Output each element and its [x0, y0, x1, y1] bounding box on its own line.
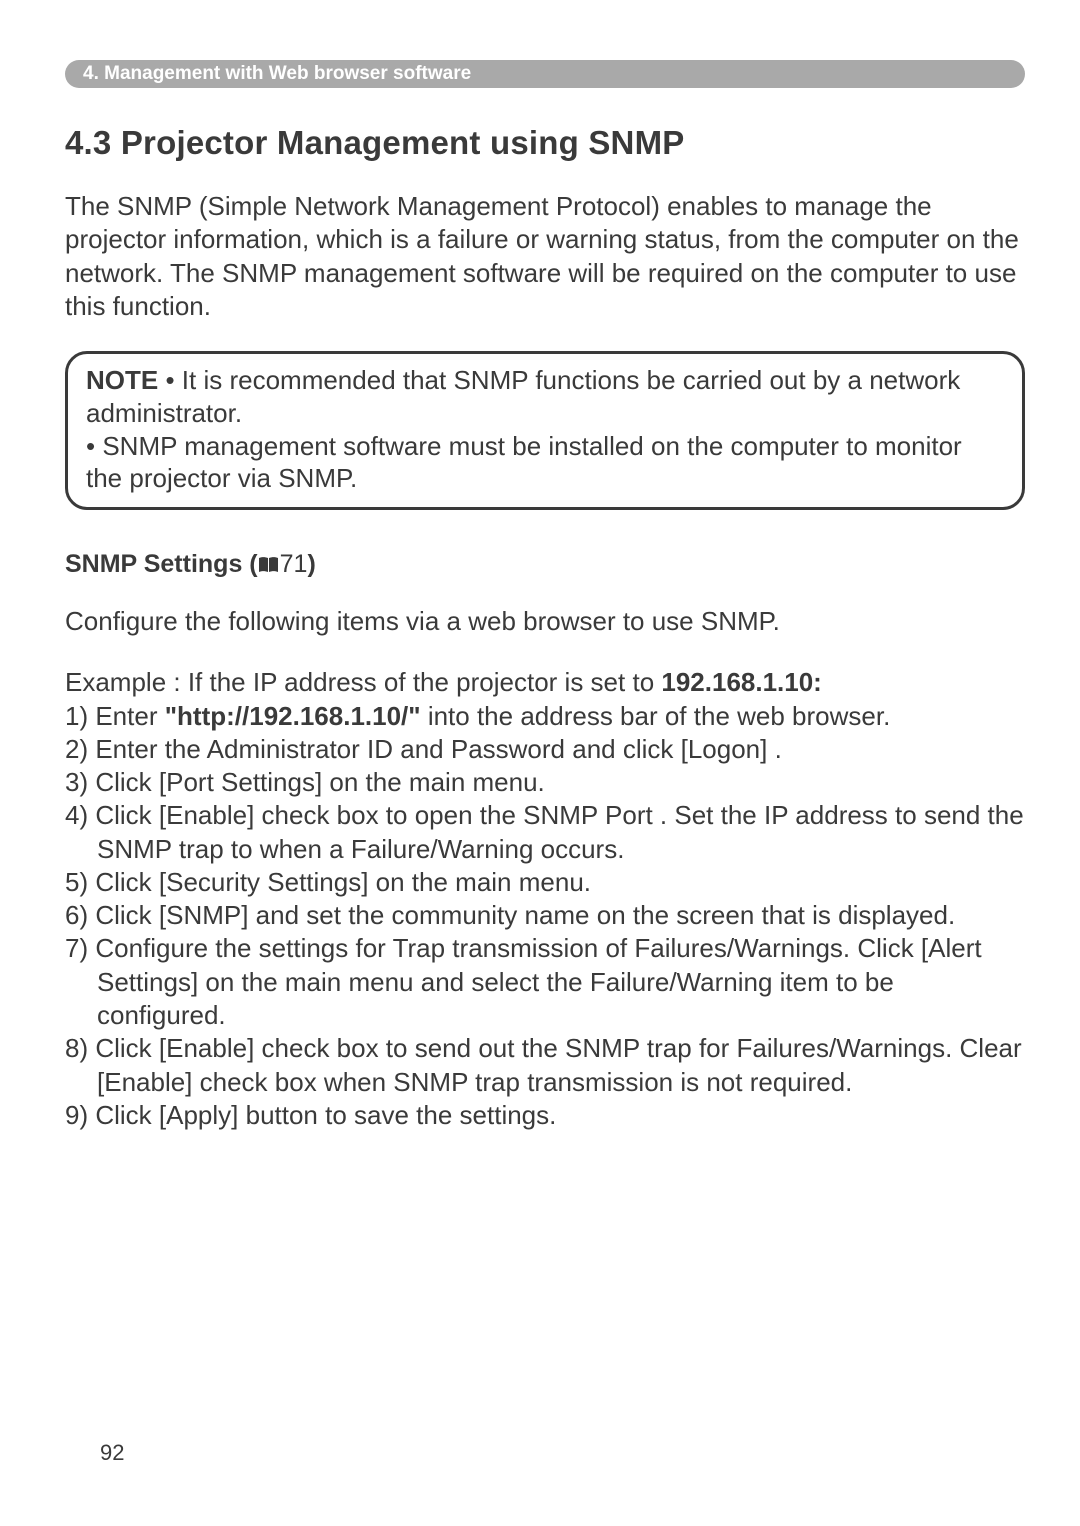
step-7: 7) Configure the settings for Trap trans…: [65, 932, 1025, 1032]
chapter-header-bar: 4. Management with Web browser software: [65, 60, 1025, 88]
step-6: 6) Click [SNMP] and set the community na…: [65, 899, 1025, 932]
note-label: NOTE: [86, 365, 158, 395]
step-1-c: into the address bar of the web browser.: [421, 701, 891, 731]
note-bullet-1: • It is recommended that SNMP functions …: [86, 365, 960, 428]
subheading-pageref: 71: [280, 550, 308, 578]
step-9: 9) Click [Apply] button to save the sett…: [65, 1099, 1025, 1132]
step-5: 5) Click [Security Settings] on the main…: [65, 866, 1025, 899]
step-1-a: 1) Enter: [65, 701, 165, 731]
document-page: 4. Management with Web browser software …: [0, 0, 1080, 1182]
step-1-url: "http://192.168.1.10/": [165, 701, 421, 731]
chapter-header-text: 4. Management with Web browser software: [83, 63, 471, 85]
book-icon: [258, 552, 280, 581]
step-8: 8) Click [Enable] check box to send out …: [65, 1032, 1025, 1099]
subheading-suffix: ): [307, 550, 315, 578]
step-3: 3) Click [Port Settings] on the main men…: [65, 766, 1025, 799]
intro-paragraph: The SNMP (Simple Network Management Prot…: [65, 190, 1025, 323]
example-line: Example : If the IP address of the proje…: [65, 666, 1025, 699]
note-bullet-2: • SNMP management software must be insta…: [86, 431, 962, 494]
example-ip: 192.168.1.10:: [661, 667, 821, 697]
config-instruction: Configure the following items via a web …: [65, 605, 1025, 638]
snmp-settings-subheading: SNMP Settings ( 71): [65, 550, 1025, 581]
step-1: 1) Enter "http://192.168.1.10/" into the…: [65, 700, 1025, 733]
step-4: 4) Click [Enable] check box to open the …: [65, 799, 1025, 866]
section-title: 4.3 Projector Management using SNMP: [65, 124, 1025, 162]
step-2: 2) Enter the Administrator ID and Passwo…: [65, 733, 1025, 766]
page-number: 92: [100, 1440, 124, 1466]
example-prefix: Example : If the IP address of the proje…: [65, 667, 661, 697]
note-box: NOTE • It is recommended that SNMP funct…: [65, 351, 1025, 510]
subheading-prefix: SNMP Settings (: [65, 550, 258, 578]
steps-list: 1) Enter "http://192.168.1.10/" into the…: [65, 700, 1025, 1132]
